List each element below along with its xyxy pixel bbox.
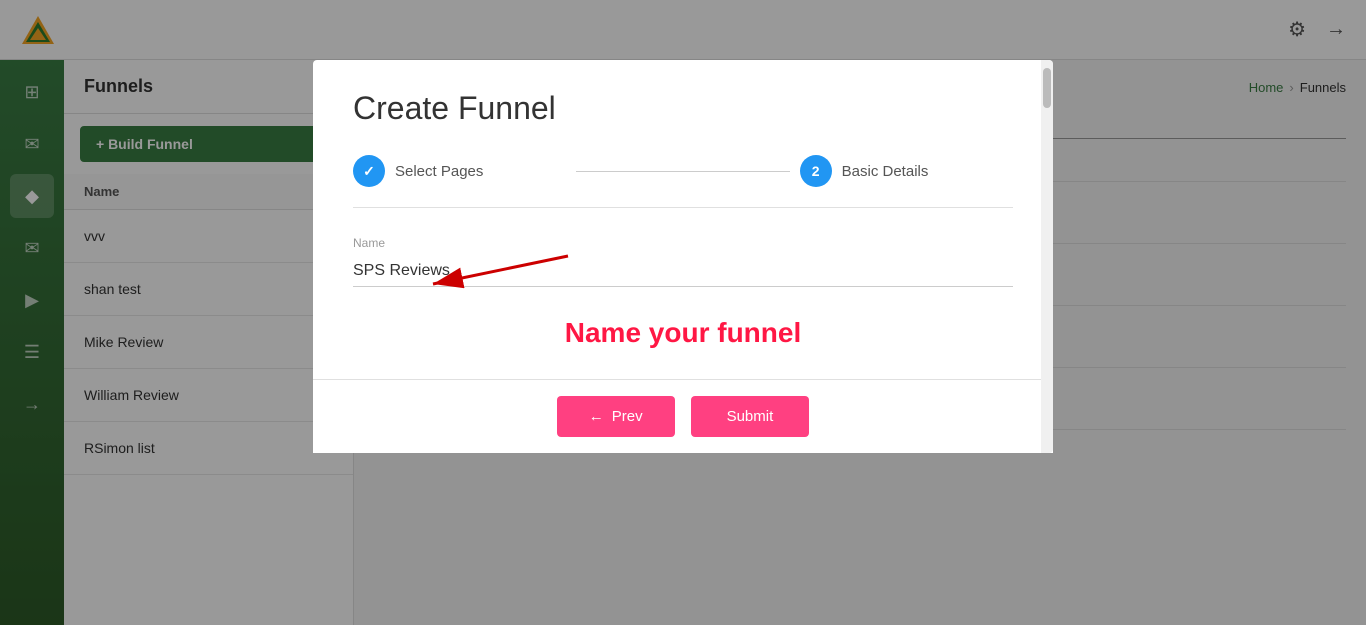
modal-title: Create Funnel bbox=[353, 90, 1013, 127]
modal-scrollbar-thumb bbox=[1043, 68, 1051, 108]
modal-scrollbar[interactable] bbox=[1041, 60, 1053, 453]
modal-content: Create Funnel ✓ Select Pages 2 Basic Det… bbox=[313, 60, 1053, 379]
modal-overlay: Create Funnel ✓ Select Pages 2 Basic Det… bbox=[0, 0, 1366, 625]
annotation-wrapper: Name your funnel bbox=[353, 317, 1013, 349]
prev-button[interactable]: ← Prev bbox=[557, 396, 675, 437]
step2-circle: 2 bbox=[800, 155, 832, 187]
stepper: ✓ Select Pages 2 Basic Details bbox=[353, 155, 1013, 208]
form-group-name: Name bbox=[353, 236, 1013, 287]
step-divider bbox=[576, 171, 789, 172]
step1-circle: ✓ bbox=[353, 155, 385, 187]
annotation-text: Name your funnel bbox=[565, 317, 801, 349]
step1-label: Select Pages bbox=[395, 163, 483, 180]
submit-button[interactable]: Submit bbox=[691, 396, 810, 437]
arrow-annotation-svg bbox=[413, 246, 573, 306]
step2-label: Basic Details bbox=[842, 163, 929, 180]
create-funnel-modal: Create Funnel ✓ Select Pages 2 Basic Det… bbox=[313, 60, 1053, 453]
prev-arrow-icon: ← bbox=[589, 408, 604, 425]
step-1: ✓ Select Pages bbox=[353, 155, 566, 187]
prev-label: Prev bbox=[612, 408, 643, 425]
step-2: 2 Basic Details bbox=[800, 155, 1013, 187]
modal-footer: ← Prev Submit bbox=[313, 379, 1053, 453]
